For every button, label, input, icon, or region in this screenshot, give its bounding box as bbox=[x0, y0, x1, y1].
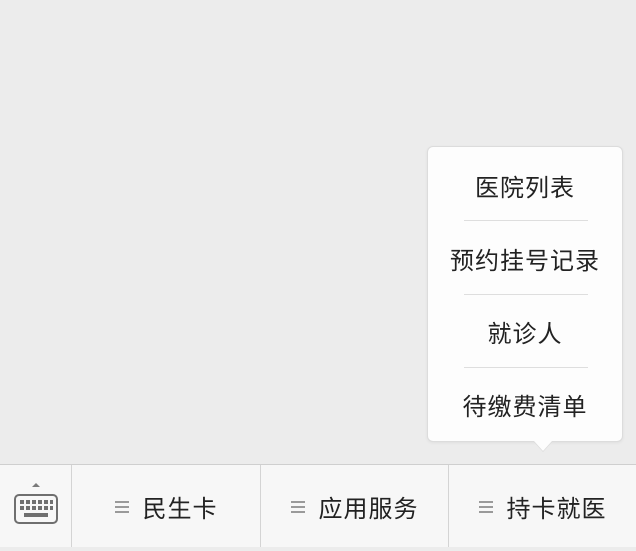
popup-item-patients[interactable]: 就诊人 bbox=[428, 295, 622, 368]
popup-item-pending-payments[interactable]: 待缴费清单 bbox=[428, 368, 622, 441]
popup-arrow bbox=[534, 441, 552, 451]
bottom-menu-item-app-services[interactable]: 应用服务 bbox=[261, 465, 449, 547]
popup-item-label: 医院列表 bbox=[475, 174, 575, 202]
menu-lines-icon bbox=[478, 500, 493, 513]
bottom-menu-bar: 民生卡 应用服务 持卡就医 bbox=[0, 464, 636, 547]
bottom-menu-item-minsheng-card[interactable]: 民生卡 bbox=[72, 465, 261, 547]
popup-item-appointment-records[interactable]: 预约挂号记录 bbox=[428, 222, 622, 295]
popup-divider bbox=[464, 220, 588, 221]
popup-item-label: 待缴费清单 bbox=[462, 393, 588, 421]
bottom-menu-label: 应用服务 bbox=[318, 494, 419, 523]
popup-menu: 医院列表 预约挂号记录 就诊人 待缴费清单 bbox=[427, 146, 623, 442]
bottom-menu-label: 民生卡 bbox=[142, 494, 218, 523]
bottom-menu-label: 持卡就医 bbox=[506, 494, 607, 523]
menu-lines-icon bbox=[290, 500, 305, 513]
bottom-menu-item-card-medical[interactable]: 持卡就医 bbox=[449, 465, 636, 547]
keyboard-icon bbox=[14, 483, 58, 524]
popup-item-label: 预约挂号记录 bbox=[450, 247, 600, 275]
popup-item-label: 就诊人 bbox=[487, 320, 563, 348]
popup-item-hospital-list[interactable]: 医院列表 bbox=[428, 149, 622, 222]
menu-lines-icon bbox=[114, 500, 129, 513]
keyboard-toggle-button[interactable] bbox=[0, 465, 72, 547]
